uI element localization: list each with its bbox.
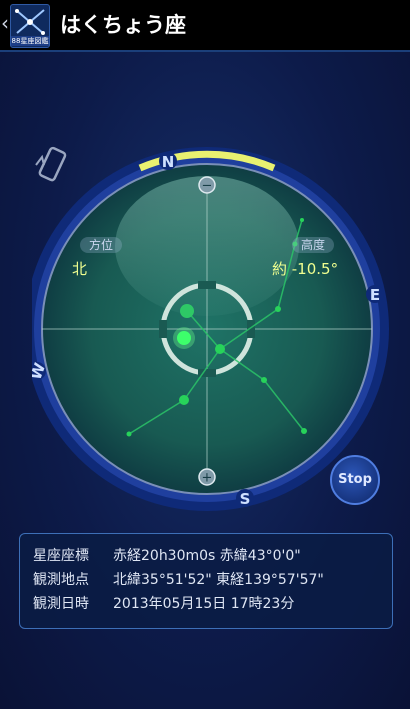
app-logo[interactable]: 88星座図鑑 <box>10 4 50 48</box>
zoom-in-button[interactable]: + <box>198 468 216 486</box>
chevron-left-icon[interactable]: ‹ <box>1 10 9 36</box>
minus-icon: − <box>202 179 213 194</box>
info-panel: 星座座標 赤経20h30m0s 赤緯43°0'0" 観測地点 北緯35°51'52"… <box>19 533 393 629</box>
svg-text:N: N <box>162 153 175 171</box>
svg-text:S: S <box>240 490 251 508</box>
info-value: 赤経20h30m0s 赤緯43°0'0" <box>113 548 301 564</box>
zoom-out-button[interactable]: − <box>198 176 216 194</box>
info-value: 2013年05月15日 17時23分 <box>113 596 295 612</box>
azimuth-value: 北 <box>72 260 88 278</box>
azimuth-label: 方位 <box>80 237 123 253</box>
logo-text: 88星座図鑑 <box>11 36 49 46</box>
constellation-logo-icon <box>15 9 45 35</box>
info-label: 観測日時 <box>33 596 89 612</box>
info-row-coordinates: 星座座標 赤経20h30m0s 赤緯43°0'0" <box>33 544 379 568</box>
svg-text:E: E <box>370 286 380 304</box>
stop-button[interactable]: Stop <box>330 455 380 505</box>
info-row-location: 観測地点 北緯35°51'52" 東経139°57'57" <box>33 568 379 592</box>
app-bar: ‹ 88星座図鑑 はくちょう座 <box>0 0 410 52</box>
page-title: はくちょう座 <box>60 13 186 37</box>
altitude-label: 高度 <box>292 237 335 253</box>
target-star <box>177 331 191 345</box>
info-label: 観測地点 <box>33 572 89 588</box>
info-row-datetime: 観測日時 2013年05月15日 17時23分 <box>33 592 379 616</box>
info-label: 星座座標 <box>33 548 89 564</box>
info-value: 北緯35°51'52" 東経139°57'57" <box>113 572 324 588</box>
altitude-value: 約 -10.5° <box>272 260 339 278</box>
plus-icon: + <box>202 471 213 486</box>
